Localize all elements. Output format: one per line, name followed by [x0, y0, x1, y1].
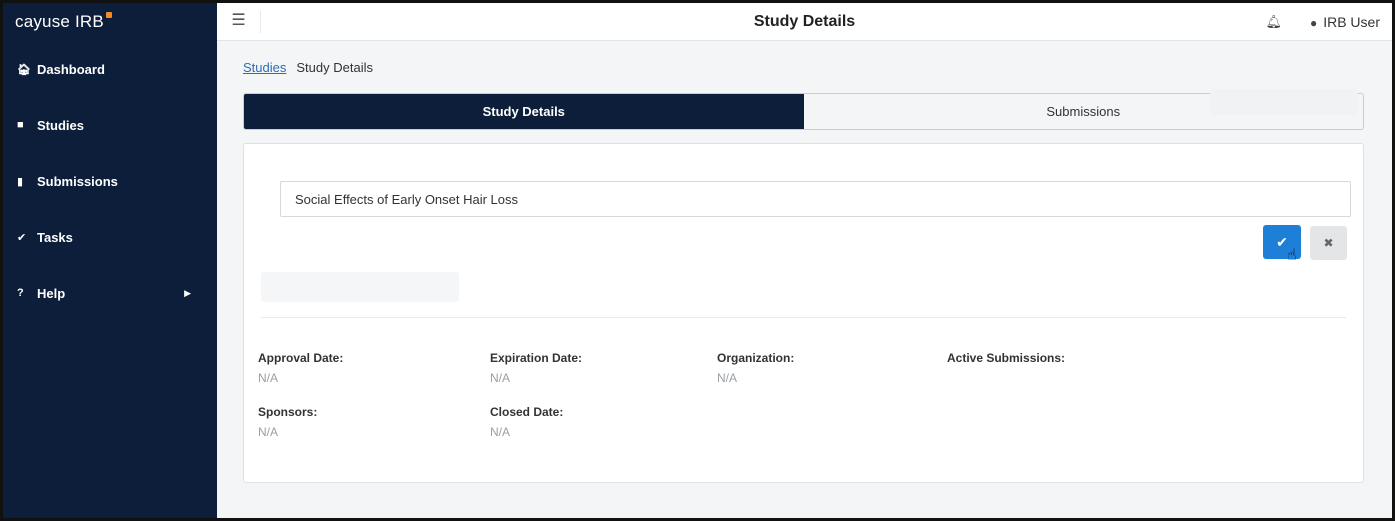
question-icon: ?: [17, 287, 24, 299]
divider: [261, 317, 1346, 318]
tab-bar: Study Details Submissions: [243, 93, 1364, 130]
sidebar-item-studies[interactable]: ■ Studies: [3, 97, 217, 153]
sidebar-item-label: Dashboard: [37, 61, 105, 77]
sponsors-value: N/A: [258, 425, 279, 439]
sidebar-item-help[interactable]: ? Help ▶: [3, 265, 217, 321]
hamburger-menu-icon[interactable]: ☰: [217, 10, 261, 33]
bell-icon[interactable]: 🔔︎: [1265, 14, 1282, 30]
user-menu[interactable]: ● IRB User: [1310, 14, 1380, 30]
approval-date-field: Approval Date: N/A: [258, 351, 343, 385]
sidebar-item-tasks[interactable]: ✔ Tasks: [3, 209, 217, 265]
topbar-actions: 🔔︎ ● IRB User: [1265, 14, 1392, 30]
folder-icon: ■: [17, 119, 24, 131]
organization-label: Organization:: [717, 351, 795, 365]
brand-dot-icon: [105, 12, 112, 18]
sidebar-item-label: Help: [37, 285, 66, 301]
organization-field: Organization: N/A: [717, 351, 794, 385]
sidebar-item-label: Submissions: [37, 173, 118, 189]
faded-status-badges: [261, 272, 459, 302]
check-icon: ✔: [17, 231, 27, 244]
expiration-date-field: Expiration Date: N/A: [490, 351, 582, 385]
breadcrumb-studies-link[interactable]: Studies: [243, 60, 286, 75]
approval-date-label: Approval Date:: [258, 351, 344, 365]
main-area: ☰ Study Details 🔔︎ ● IRB User Studies Stu…: [217, 3, 1392, 518]
breadcrumb: Studies Study Details: [243, 41, 1364, 93]
sidebar: cayuse IRB 🏠︎ Dashboard ■ Studies ▮ Subm…: [3, 3, 217, 518]
sidebar-item-label: Studies: [37, 117, 84, 133]
file-icon: ▮: [17, 175, 24, 188]
sidebar-item-dashboard[interactable]: 🏠︎ Dashboard: [3, 41, 217, 97]
content: Studies Study Details Study Details Subm…: [217, 41, 1392, 518]
topbar: ☰ Study Details 🔔︎ ● IRB User: [217, 3, 1392, 41]
expiration-date-value: N/A: [490, 371, 511, 385]
active-submissions-field: Active Submissions:: [947, 351, 1065, 371]
sidebar-item-label: Tasks: [37, 229, 73, 245]
hand-cursor-icon: ☝︎: [1287, 247, 1297, 264]
sponsors-field: Sponsors: N/A: [258, 405, 317, 439]
study-title-input[interactable]: [280, 181, 1351, 217]
study-details-panel: ✔ ✖ ☝︎ Approval Date: N/A Expiration Dat…: [243, 143, 1364, 483]
tab-study-details[interactable]: Study Details: [244, 94, 804, 129]
page-title: Study Details: [753, 12, 856, 30]
closed-date-field: Closed Date: N/A: [490, 405, 563, 439]
sidebar-item-submissions[interactable]: ▮ Submissions: [3, 153, 217, 209]
brand-name: cayuse IRB: [15, 12, 104, 31]
close-icon: ✖: [1323, 236, 1334, 250]
closed-date-value: N/A: [490, 425, 511, 439]
expiration-date-label: Expiration Date:: [490, 351, 583, 365]
user-icon: ●: [1309, 15, 1318, 30]
home-icon: 🏠︎: [17, 63, 31, 76]
approval-date-value: N/A: [258, 371, 279, 385]
caret-right-icon: ▶: [184, 287, 191, 298]
faded-action-button: [1210, 89, 1358, 115]
sponsors-label: Sponsors:: [258, 405, 318, 419]
active-submissions-label: Active Submissions:: [947, 351, 1066, 365]
brand-logo[interactable]: cayuse IRB: [3, 3, 217, 41]
breadcrumb-current: Study Details: [296, 59, 373, 75]
cancel-button[interactable]: ✖: [1310, 226, 1347, 260]
organization-value: N/A: [717, 371, 738, 385]
closed-date-label: Closed Date:: [490, 405, 564, 419]
app-window: cayuse IRB 🏠︎ Dashboard ■ Studies ▮ Subm…: [0, 0, 1395, 521]
user-name: IRB User: [1323, 13, 1380, 30]
